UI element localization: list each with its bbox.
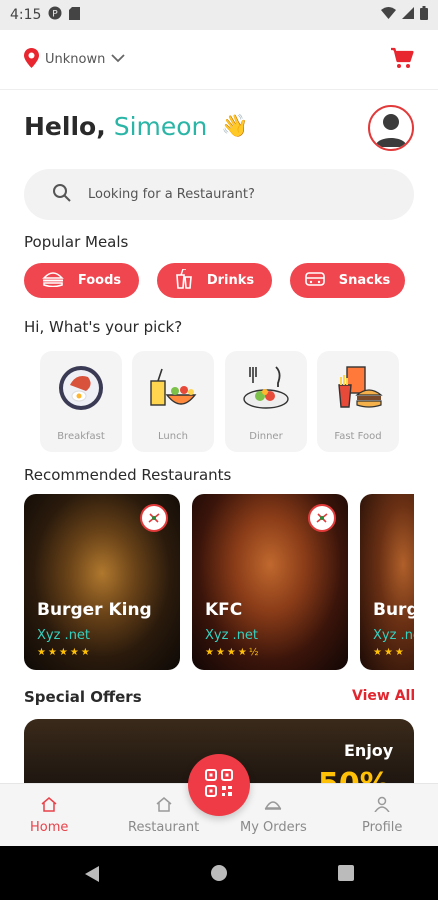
restaurant-name: Burg [373, 600, 414, 620]
tab-home[interactable]: Home [30, 796, 68, 835]
location-label: Unknown [45, 52, 106, 67]
tab-home-label: Home [30, 820, 69, 835]
svg-text:P: P [53, 10, 59, 20]
tab-profile-label: Profile [362, 820, 403, 835]
status-bar: 4:15 P [0, 0, 438, 30]
notification-icon: P [48, 6, 62, 24]
pick-lunch[interactable]: Lunch [132, 351, 214, 452]
orders-icon [264, 796, 282, 816]
view-all-link[interactable]: View All [352, 688, 415, 704]
system-navigation-bar [0, 846, 438, 900]
location-pin-icon [24, 47, 39, 72]
cart-button[interactable] [390, 47, 414, 73]
greeting: Hello, Simeon 👋 [24, 112, 249, 141]
sd-card-icon [69, 6, 81, 24]
profile-icon [374, 796, 390, 816]
snacks-label: Snacks [338, 273, 391, 288]
qr-code-icon [204, 768, 234, 802]
pick-lunch-label: Lunch [158, 431, 188, 442]
restaurant-badge-icon [308, 504, 336, 532]
waving-hand-icon: 👋 [221, 114, 249, 139]
greeting-hello: Hello, [24, 112, 106, 141]
popular-meals-title: Popular Meals [24, 233, 129, 251]
greeting-user-name: Simeon [113, 112, 208, 141]
search-bar[interactable]: Looking for a Restaurant? [24, 169, 414, 220]
restaurant-name: Burger King [37, 600, 152, 620]
restaurant-rating: ★★★★★ [37, 647, 92, 658]
lunch-icon [147, 363, 199, 417]
tab-restaurant-label: Restaurant [128, 820, 200, 835]
burger-icon [42, 271, 64, 291]
pick-breakfast-label: Breakfast [57, 431, 105, 442]
signal-icon [402, 7, 414, 23]
breakfast-icon [56, 363, 106, 417]
foods-label: Foods [77, 273, 122, 288]
pick-breakfast[interactable]: Breakfast [40, 351, 122, 452]
home-button-icon[interactable] [210, 864, 228, 886]
search-icon [52, 183, 72, 207]
tab-my-orders[interactable]: My Orders [240, 796, 307, 835]
pick-dinner[interactable]: Dinner [225, 351, 307, 452]
avatar[interactable] [368, 105, 414, 151]
snacks-button[interactable]: Snacks [290, 263, 405, 298]
tab-my-orders-label: My Orders [240, 820, 307, 835]
restaurant-name: KFC [205, 600, 243, 620]
offer-enjoy-text: Enjoy [344, 741, 394, 760]
drinks-button[interactable]: Drinks [157, 263, 272, 298]
cart-icon [390, 47, 414, 73]
offer-percent: 50% [318, 767, 390, 783]
drinks-label: Drinks [206, 273, 255, 288]
dinner-icon [240, 363, 292, 417]
tab-restaurant[interactable]: Restaurant [128, 796, 199, 835]
restaurant-card[interactable]: Burg Xyz .ne ★★★ [360, 494, 414, 670]
restaurant-icon [155, 796, 173, 816]
restaurant-rating: ★★★ [373, 647, 406, 658]
restaurant-image [360, 494, 414, 670]
restaurant-badge-icon [140, 504, 168, 532]
tab-profile[interactable]: Profile [362, 796, 402, 835]
pick-fast-food[interactable]: Fast Food [317, 351, 399, 452]
restaurant-card[interactable]: Burger King Xyz .net ★★★★★ [24, 494, 180, 670]
battery-icon [420, 6, 428, 24]
special-offers-title: Special Offers [24, 688, 142, 706]
restaurant-website: Xyz .net [37, 628, 91, 643]
chevron-down-icon [111, 52, 125, 67]
recommended-title: Recommended Restaurants [24, 466, 232, 484]
restaurant-website: Xyz .ne [373, 628, 414, 643]
status-time: 4:15 [10, 7, 42, 23]
foods-button[interactable]: Foods [24, 263, 139, 298]
recents-icon[interactable] [338, 865, 354, 885]
fast-food-icon [333, 363, 383, 417]
drink-icon [175, 267, 193, 293]
top-bar: Unknown [0, 30, 438, 90]
search-placeholder: Looking for a Restaurant? [88, 187, 255, 202]
qr-scan-button[interactable] [188, 754, 250, 816]
pick-title: Hi, What's your pick? [24, 318, 183, 336]
pick-dinner-label: Dinner [249, 431, 283, 442]
wifi-icon [381, 7, 396, 23]
home-icon [40, 796, 58, 816]
location-selector[interactable]: Unknown [24, 47, 125, 72]
user-icon [375, 114, 407, 147]
restaurant-rating: ★★★★½ [205, 647, 261, 658]
restaurant-card[interactable]: KFC Xyz .net ★★★★½ [192, 494, 348, 670]
restaurant-website: Xyz .net [205, 628, 259, 643]
snack-icon [304, 271, 325, 291]
pick-fast-food-label: Fast Food [334, 431, 382, 442]
back-icon[interactable] [84, 865, 100, 887]
